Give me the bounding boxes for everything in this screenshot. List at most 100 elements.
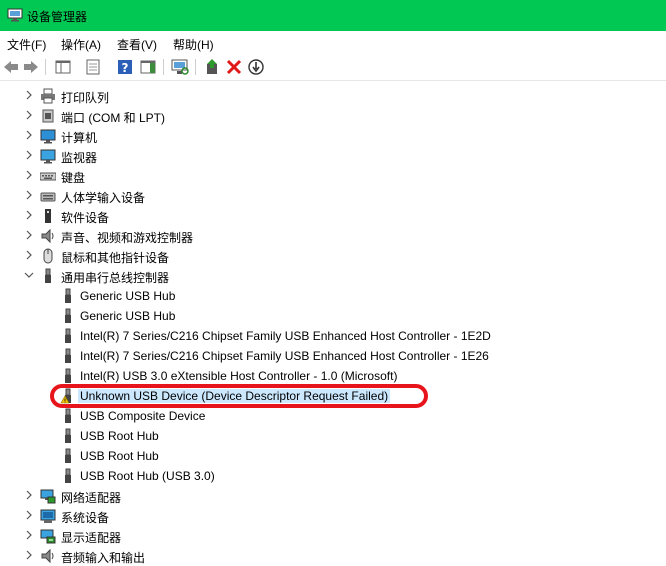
menu-view[interactable]: 查看(V) (117, 36, 157, 53)
chevron-right-icon[interactable] (24, 90, 34, 100)
usb-icon (65, 428, 71, 443)
category-network-adapters[interactable]: 网络适配器 (0, 486, 666, 506)
category-label: 网络适配器 (61, 491, 122, 505)
display-adapter-icon (40, 529, 56, 544)
toolbar-separator (45, 59, 46, 75)
chevron-right-icon[interactable] (24, 190, 34, 200)
device-label: Intel(R) 7 Series/C216 Chipset Family US… (80, 329, 491, 343)
usb-device-item[interactable]: Generic USB Hub (0, 306, 666, 326)
show-hide-console-tree-icon[interactable] (54, 58, 72, 76)
chevron-right-icon[interactable] (24, 130, 34, 140)
category-computer[interactable]: 计算机 (0, 126, 666, 146)
usb-icon (65, 448, 71, 463)
toolbar-separator (163, 59, 164, 75)
usb-icon (45, 268, 51, 283)
back-icon[interactable] (2, 58, 20, 76)
mouse-icon (43, 248, 53, 264)
chevron-right-icon[interactable] (24, 250, 34, 260)
device-label: USB Root Hub (USB 3.0) (80, 469, 215, 483)
category-label: 监视器 (61, 151, 98, 165)
speaker-icon (41, 228, 54, 244)
category-label: 通用串行总线控制器 (61, 271, 170, 285)
category-label: 声音、视频和游戏控制器 (61, 231, 194, 245)
usb-icon (65, 348, 71, 363)
usb-icon (65, 368, 71, 383)
chevron-right-icon[interactable] (24, 530, 34, 540)
usb-icon (65, 308, 71, 323)
menu-bar: 文件(F) 操作(A) 查看(V) 帮助(H) (0, 31, 666, 53)
category-label: 端口 (COM 和 LPT) (61, 111, 165, 125)
category-label: 鼠标和其他指针设备 (61, 251, 170, 265)
device-tree: 打印队列 端口 (COM 和 LPT) 计算机 监视器 键盘 人体学输入设备 软… (0, 82, 666, 565)
device-label: USB Composite Device (80, 409, 206, 423)
usb-device-item[interactable]: Intel(R) 7 Series/C216 Chipset Family US… (0, 326, 666, 346)
chevron-right-icon[interactable] (24, 490, 34, 500)
computer-icon (40, 129, 56, 144)
action-pane-icon[interactable] (139, 58, 157, 76)
category-system-devices[interactable]: 系统设备 (0, 506, 666, 526)
chevron-down-icon[interactable] (24, 270, 34, 280)
category-print-queue[interactable]: 打印队列 (0, 86, 666, 106)
category-usb-controllers[interactable]: 通用串行总线控制器 (0, 266, 666, 286)
chevron-right-icon[interactable] (24, 150, 34, 160)
category-label: 系统设备 (61, 511, 110, 525)
chevron-right-icon[interactable] (24, 510, 34, 520)
device-label: Generic USB Hub (80, 289, 176, 303)
menu-action[interactable]: 操作(A) (61, 36, 101, 53)
usb-icon (65, 408, 71, 423)
category-software-devices[interactable]: 软件设备 (0, 206, 666, 226)
scan-hardware-icon[interactable] (171, 58, 189, 76)
usb-device-item-unknown[interactable]: Unknown USB Device (Device Descriptor Re… (0, 386, 666, 406)
usb-device-item[interactable]: Intel(R) 7 Series/C216 Chipset Family US… (0, 346, 666, 366)
menu-file[interactable]: 文件(F) (7, 36, 46, 53)
update-driver-icon[interactable] (203, 58, 221, 76)
category-display-adapters[interactable]: 显示适配器 (0, 526, 666, 546)
usb-device-item[interactable]: USB Root Hub (USB 3.0) (0, 466, 666, 486)
category-label: 软件设备 (61, 211, 110, 225)
category-ports[interactable]: 端口 (COM 和 LPT) (0, 106, 666, 126)
monitor-icon (40, 149, 56, 164)
usb-icon (65, 288, 71, 303)
help-icon[interactable]: ? (116, 58, 134, 76)
svg-text:?: ? (122, 61, 129, 75)
system-device-icon (40, 509, 56, 523)
chevron-right-icon[interactable] (24, 210, 34, 220)
category-keyboards[interactable]: 键盘 (0, 166, 666, 186)
usb-device-item[interactable]: Generic USB Hub (0, 286, 666, 306)
window-title: 设备管理器 (27, 10, 88, 24)
toolbar: ? (0, 54, 666, 81)
forward-icon[interactable] (22, 58, 40, 76)
device-manager-icon (7, 8, 23, 22)
properties-icon[interactable] (84, 58, 102, 76)
usb-icon (65, 328, 71, 343)
usb-device-item[interactable]: Intel(R) USB 3.0 eXtensible Host Control… (0, 366, 666, 386)
network-adapter-icon (40, 489, 56, 504)
category-hid[interactable]: 人体学输入设备 (0, 186, 666, 206)
category-monitors[interactable]: 监视器 (0, 146, 666, 166)
device-label: USB Root Hub (80, 429, 159, 443)
software-device-icon (45, 209, 51, 223)
category-audio-io[interactable]: 音频输入和输出 (0, 546, 666, 566)
category-label: 打印队列 (61, 91, 110, 105)
category-sound-video-game[interactable]: 声音、视频和游戏控制器 (0, 226, 666, 246)
toolbar-separator (195, 59, 196, 75)
uninstall-device-icon[interactable] (225, 58, 243, 76)
disable-device-icon[interactable] (247, 58, 265, 76)
device-label: Generic USB Hub (80, 309, 176, 323)
chevron-right-icon[interactable] (24, 170, 34, 180)
category-label: 显示适配器 (61, 531, 122, 545)
port-icon (42, 109, 54, 123)
category-label: 人体学输入设备 (61, 191, 146, 205)
usb-device-item[interactable]: USB Root Hub (0, 426, 666, 446)
usb-icon (65, 468, 71, 483)
usb-device-item[interactable]: USB Root Hub (0, 446, 666, 466)
chevron-right-icon[interactable] (24, 110, 34, 120)
usb-warning-icon (60, 388, 71, 404)
menu-help[interactable]: 帮助(H) (173, 36, 214, 53)
category-mice[interactable]: 鼠标和其他指针设备 (0, 246, 666, 266)
usb-device-item[interactable]: USB Composite Device (0, 406, 666, 426)
printer-icon (41, 88, 55, 104)
chevron-right-icon[interactable] (24, 550, 34, 560)
keyboard-icon (40, 172, 56, 181)
chevron-right-icon[interactable] (24, 230, 34, 240)
